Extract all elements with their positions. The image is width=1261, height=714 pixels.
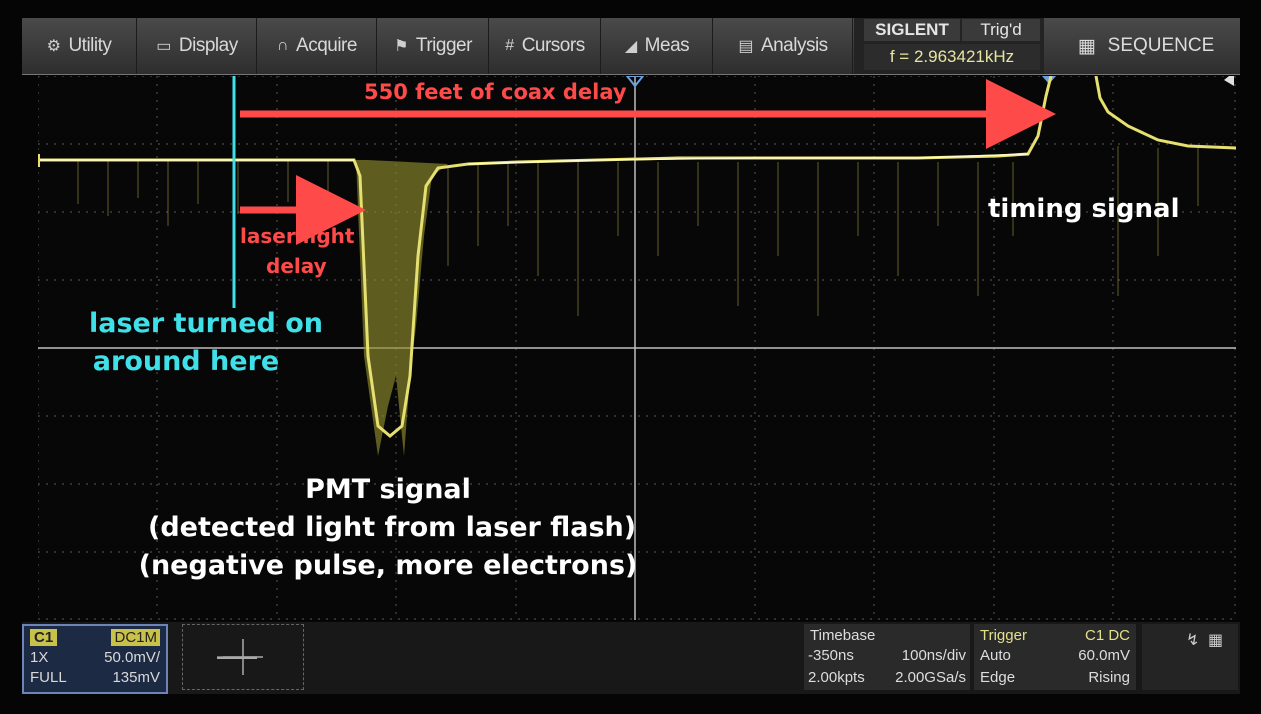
acquire-icon: ∩ [277, 37, 289, 54]
trigger-status-badge: Trig'd [962, 19, 1040, 41]
menu-analysis-label: Analysis [760, 35, 828, 56]
timing-signal-label: timing signal [988, 194, 1180, 224]
timebase-box[interactable]: Timebase -350ns 100ns/div 2.00kpts 2.00G… [804, 624, 970, 690]
crosshair-icon [223, 639, 263, 675]
menu-acquire[interactable]: ∩ Acquire [258, 18, 377, 74]
trigger-type: Edge [980, 669, 1016, 686]
frequency-readout: f = 2.963421kHz [864, 44, 1040, 70]
pmt-label-line1: PMT signal [305, 474, 471, 505]
menu-sequence-label: SEQUENCE [1107, 35, 1215, 56]
timebase-delay: -350ns [808, 647, 854, 664]
channel-probe: 1X [30, 649, 49, 666]
analysis-icon: ▤ [738, 38, 753, 55]
status-box: SIGLENT Trig'd f = 2.963421kHz [854, 18, 1044, 74]
menu-trigger-label: Trigger [415, 35, 472, 56]
sequence-icon: ▦ [1077, 35, 1096, 57]
menu-utility[interactable]: ⚙ Utility [22, 18, 137, 74]
add-channel-button[interactable]: — [182, 624, 304, 690]
network-icon: ▦ [1208, 632, 1224, 649]
bottom-status-bar: C1 DC1M 1X 50.0mV/ FULL 135mV — Timebase… [22, 622, 1240, 694]
usb-icon: ↯ [1186, 632, 1200, 649]
channel-bandwidth: FULL [30, 669, 67, 686]
trigger-title: Trigger [980, 627, 1027, 644]
laser-delay-label-line1: laser light [240, 224, 355, 248]
cursors-icon: # [505, 37, 514, 54]
top-menu-bar: ⚙ Utility ▭ Display ∩ Acquire ⚑ Trigger # Cur… [22, 18, 1240, 75]
menu-meas-label: Meas [644, 35, 690, 56]
brand-logo: SIGLENT [864, 19, 960, 41]
pmt-pulse-fill [356, 160, 448, 456]
connectivity-box[interactable]: ↯ ▦ [1142, 624, 1238, 690]
menu-sequence[interactable]: ▦ SEQUENCE [1052, 18, 1240, 74]
timebase-points: 2.00kpts [808, 669, 865, 686]
menu-utility-label: Utility [68, 35, 112, 56]
trigger-source: C1 DC [1084, 627, 1130, 644]
menu-acquire-label: Acquire [296, 35, 357, 56]
laser-on-label-line1: laser turned on [88, 308, 324, 339]
timebase-sample-rate: 2.00GSa/s [895, 669, 966, 686]
measure-icon: ◢ [624, 38, 637, 55]
menu-display[interactable]: ▭ Display [138, 18, 257, 74]
channel-scale: 50.0mV/ [104, 649, 160, 666]
waveform-screen[interactable]: 550 feet of coax delay laser light delay… [38, 76, 1236, 620]
menu-cursors[interactable]: # Cursors [490, 18, 601, 74]
trigger-flag-icon: ⚑ [394, 38, 408, 55]
trigger-slope: Rising [1088, 669, 1130, 686]
menu-display-label: Display [178, 35, 238, 56]
channel-name: C1 [30, 629, 58, 646]
timebase-title: Timebase [810, 627, 876, 644]
pmt-label-line2: (detected light from laser flash) [148, 512, 637, 543]
trigger-level: 60.0mV [1078, 647, 1130, 664]
menu-trigger[interactable]: ⚑ Trigger [378, 18, 489, 74]
laser-delay-label-line2: delay [266, 254, 327, 278]
channel-offset: 135mV [112, 669, 160, 686]
gear-icon: ⚙ [46, 38, 61, 55]
channel-coupling: DC1M [111, 629, 160, 646]
right-edge-marker [1224, 76, 1234, 86]
menu-cursors-label: Cursors [521, 35, 586, 56]
trigger-box[interactable]: Trigger C1 DC Auto 60.0mV Edge Rising [974, 624, 1136, 690]
trigger-mode: Auto [980, 647, 1011, 664]
menu-meas[interactable]: ◢ Meas [602, 18, 713, 74]
laser-on-label-line2: around here [92, 346, 280, 377]
pmt-label-line3: (negative pulse, more electrons) [138, 550, 638, 581]
channel-1-ground-marker[interactable] [38, 154, 40, 167]
coax-delay-label: 550 feet of coax delay [364, 80, 627, 104]
menu-analysis[interactable]: ▤ Analysis [714, 18, 853, 74]
waveform-trace [38, 76, 1053, 438]
waveform-trace-after-timing [1094, 76, 1236, 150]
display-icon: ▭ [156, 38, 171, 55]
timebase-scale: 100ns/div [901, 647, 966, 664]
channel-1-box[interactable]: C1 DC1M 1X 50.0mV/ FULL 135mV [22, 624, 168, 694]
